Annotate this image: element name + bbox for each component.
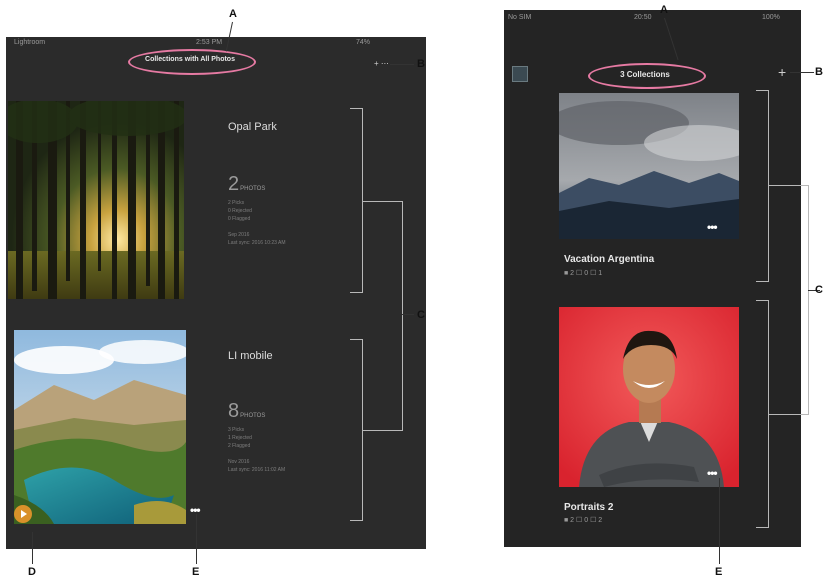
callout-c: C [815, 284, 823, 296]
more-options-button[interactable]: ••• [707, 466, 718, 480]
collection-meta: 2 Picks 0 Rejected 0 Flagged Sep 2016 La… [228, 199, 286, 247]
meta-picks: 3 Picks [228, 427, 245, 433]
meta-rejected: 1 Rejected [228, 435, 252, 441]
mountain-thumbnail[interactable] [559, 93, 739, 239]
status-battery: 74% [356, 39, 371, 46]
collection-meta: ■ 2 ☐ 0 ☐ 2 [564, 517, 603, 524]
meta-flagged: 0 Flagged [228, 216, 251, 222]
grid-view-icon[interactable] [512, 66, 528, 82]
page-title[interactable]: 3 Collections [590, 70, 700, 79]
status-time: 2:53 PM [196, 39, 223, 46]
more-options-button[interactable]: ••• [707, 220, 718, 234]
collection-name[interactable]: Vacation Argentina [564, 254, 654, 265]
forest-thumbnail[interactable] [8, 101, 184, 299]
meta-sync: Last sync: 2016 11:02 AM [228, 467, 286, 473]
meta-picks: 2 Picks [228, 200, 245, 206]
photo-count: 2 [228, 173, 239, 195]
leader-line [719, 478, 720, 564]
status-carrier: No SIM [508, 14, 532, 21]
meta-date: Nov 2016 [228, 459, 250, 465]
page-title[interactable]: Collections with All Photos [130, 56, 250, 63]
leader-line [32, 532, 33, 564]
meta-rejected: 0 Rejected [228, 208, 252, 214]
callout-b: B [815, 66, 823, 78]
status-time: 20:50 [634, 14, 652, 21]
leader-line [196, 514, 197, 564]
photo-count: 8 [228, 400, 239, 422]
add-collection-button[interactable]: + ⋯ [374, 59, 389, 68]
status-carrier: Lightroom [14, 39, 46, 46]
portrait-thumbnail[interactable] [559, 307, 739, 487]
callout-a: A [229, 8, 237, 20]
collection-name[interactable]: LI mobile [228, 350, 273, 362]
callout-a: A [660, 4, 668, 16]
callout-e: E [715, 566, 723, 578]
leader-line [402, 314, 414, 315]
callout-b: B [417, 58, 425, 70]
callout-e: E [192, 566, 200, 578]
collection-meta: ■ 2 ☐ 0 ☐ 1 [564, 270, 603, 277]
collection-group-bracket [362, 201, 403, 431]
collection-name[interactable]: Portraits 2 [564, 502, 613, 513]
collection-photo-count: 2 PHOTOS [228, 173, 265, 196]
collection-name[interactable]: Opal Park [228, 121, 277, 133]
photo-count-label: PHOTOS [240, 186, 266, 192]
meta-date: Sep 2016 [228, 232, 250, 238]
photo-count-label: PHOTOS [240, 413, 266, 419]
status-battery: 100% [762, 14, 780, 21]
valley-thumbnail[interactable] [14, 330, 186, 524]
more-options-button[interactable]: ••• [190, 503, 201, 517]
add-collection-button[interactable]: + [778, 64, 786, 80]
callout-c: C [417, 309, 425, 321]
collection-photo-count: 8 PHOTOS [228, 400, 265, 423]
leader-line [390, 64, 414, 65]
collection-group-bracket [768, 185, 809, 415]
play-icon [21, 510, 27, 518]
meta-sync: Last sync: 2016 10:23 AM [228, 240, 286, 246]
meta-flagged: 2 Flagged [228, 443, 251, 449]
play-slideshow-button[interactable] [14, 505, 32, 523]
leader-line [790, 72, 814, 73]
collection-meta: 3 Picks 1 Rejected 2 Flagged Nov 2016 La… [228, 426, 285, 474]
callout-d: D [28, 566, 36, 578]
